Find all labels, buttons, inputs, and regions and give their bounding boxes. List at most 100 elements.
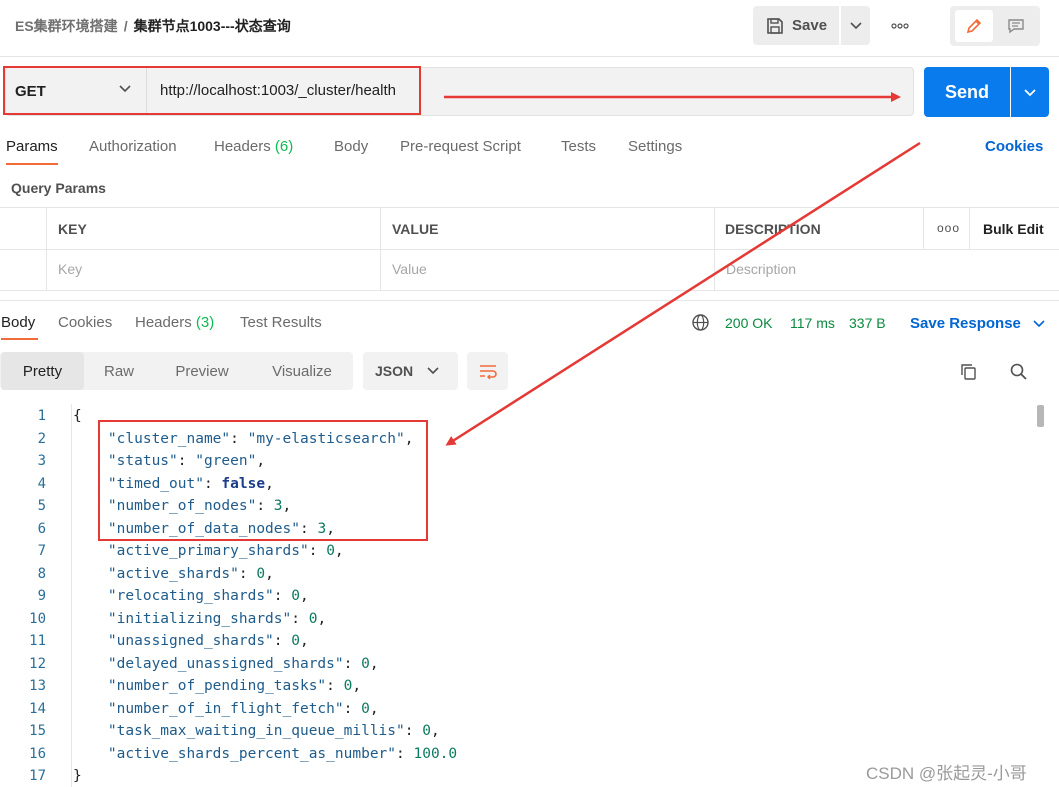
line-number: 9 [37,588,46,604]
save-dropdown-button[interactable] [841,6,870,45]
json-value: 0 [308,610,318,627]
json-key: "delayed_unassigned_shards" [107,655,344,672]
breadcrumb-separator: / [123,18,128,34]
column-options-button[interactable]: ooo [937,221,960,235]
description-input[interactable]: Description [726,261,796,277]
tab-pre-request-script[interactable]: Pre-request Script [400,138,521,155]
json-brace: { [73,408,82,424]
save-icon [767,17,783,34]
format-raw[interactable]: Raw [88,352,150,390]
annotation-box-response [98,420,428,541]
json-key: "task_max_waiting_in_queue_millis" [107,723,405,739]
save-response-button[interactable]: Save Response [910,315,1045,332]
tab-label: Headers [214,138,271,155]
column-header-key: KEY [58,221,87,237]
globe-icon[interactable] [691,313,710,332]
format-pretty[interactable]: Pretty [1,352,84,390]
tab-label: Settings [628,138,683,155]
bulk-edit-button[interactable]: Bulk Edit [983,221,1044,237]
response-size[interactable]: 337 B [849,315,886,331]
value-input[interactable]: Value [392,261,427,277]
save-label: Save [792,17,828,34]
save-response-label: Save Response [910,315,1021,332]
table-col-divider [380,207,381,290]
annotation-arrow-to-response [445,141,921,446]
word-wrap-button[interactable] [467,352,508,390]
cookies-link[interactable]: Cookies [985,138,1043,155]
format-preview[interactable]: Preview [160,352,244,390]
table-border-bottom [0,290,1059,291]
send-button[interactable]: Send [924,67,1010,117]
scrollbar-thumb[interactable] [1037,405,1044,427]
chevron-down-icon [849,21,862,29]
status-code[interactable]: 200 OK [725,315,772,331]
json-value: 100.0 [413,745,458,762]
save-button[interactable]: Save [753,6,839,45]
response-tab-cookies[interactable]: Cookies [58,314,112,331]
language-select[interactable]: JSON [363,352,458,390]
tab-tests[interactable]: Tests [561,138,596,155]
code-line: "active_shards": 0, [107,565,274,582]
search-icon[interactable] [1009,362,1028,381]
json-value: 0 [361,655,370,672]
code-line: "number_of_in_flight_fetch": 0, [107,700,379,717]
code-line: "initializing_shards": 0, [107,610,327,627]
tab-body[interactable]: Body [334,138,368,155]
annotation-box-request [3,66,421,115]
json-value: 0 [326,543,335,559]
comment-toggle[interactable] [997,10,1035,42]
json-key: "unassigned_shards" [107,633,274,649]
line-number: 7 [37,543,46,559]
code-gutter-divider [71,404,72,787]
tab-label: Body [1,314,36,331]
line-number: 1 [37,408,46,424]
copy-icon[interactable] [959,362,978,381]
json-key: "number_of_pending_tasks" [107,678,327,694]
json-key: "initializing_shards" [107,610,292,627]
line-number: 14 [29,700,46,717]
line-number: 16 [29,745,46,762]
response-time[interactable]: 117 ms [790,315,835,331]
tab-label: Headers [135,314,192,331]
tab-count: (3) [195,314,215,331]
breadcrumb-parent[interactable]: ES集群环境搭建 [15,18,118,34]
table-col-divider [923,207,924,249]
response-tab-headers[interactable]: Headers (3) [135,314,214,331]
tab-label: Test Results [240,314,322,331]
tab-label: Body [334,138,369,155]
key-input[interactable]: Key [58,261,82,277]
chevron-down-icon [427,367,439,375]
more-actions-button[interactable] [885,14,915,38]
response-tab-test-results[interactable]: Test Results [240,314,322,331]
table-col-divider [46,207,47,290]
json-value: 0 [291,633,300,649]
format-visualize[interactable]: Visualize [258,352,346,390]
tab-label: Params [6,138,58,155]
table-col-divider [714,207,715,290]
edit-toggle[interactable] [955,10,993,42]
line-number: 3 [37,453,46,469]
json-value: 0 [343,678,353,694]
tab-settings[interactable]: Settings [628,138,682,155]
breadcrumb-current[interactable]: 集群节点1003---状态查询 [134,18,291,34]
tab-params[interactable]: Params [6,138,58,155]
code-line: "unassigned_shards": 0, [107,633,309,649]
code-line: "task_max_waiting_in_queue_millis": 0, [107,723,440,739]
tab-label: Pre-request Script [400,138,521,155]
tab-label: Authorization [89,138,177,155]
table-border-mid [0,249,1059,250]
table-border-top [0,207,1059,208]
tab-authorization[interactable]: Authorization [89,138,177,155]
response-tab-body[interactable]: Body [1,314,35,331]
json-value: 0 [422,723,431,739]
code-line: "number_of_pending_tasks": 0, [107,678,362,694]
json-key: "number_of_in_flight_fetch" [107,700,344,717]
json-key: "active_primary_shards" [107,543,309,559]
json-brace: } [73,768,82,784]
tab-headers[interactable]: Headers (6) [214,138,293,155]
code-line: "relocating_shards": 0, [107,588,309,604]
json-key: "relocating_shards" [107,588,274,604]
line-number: 8 [37,565,46,582]
column-header-description: DESCRIPTION [725,221,821,237]
send-dropdown-button[interactable] [1011,67,1049,117]
